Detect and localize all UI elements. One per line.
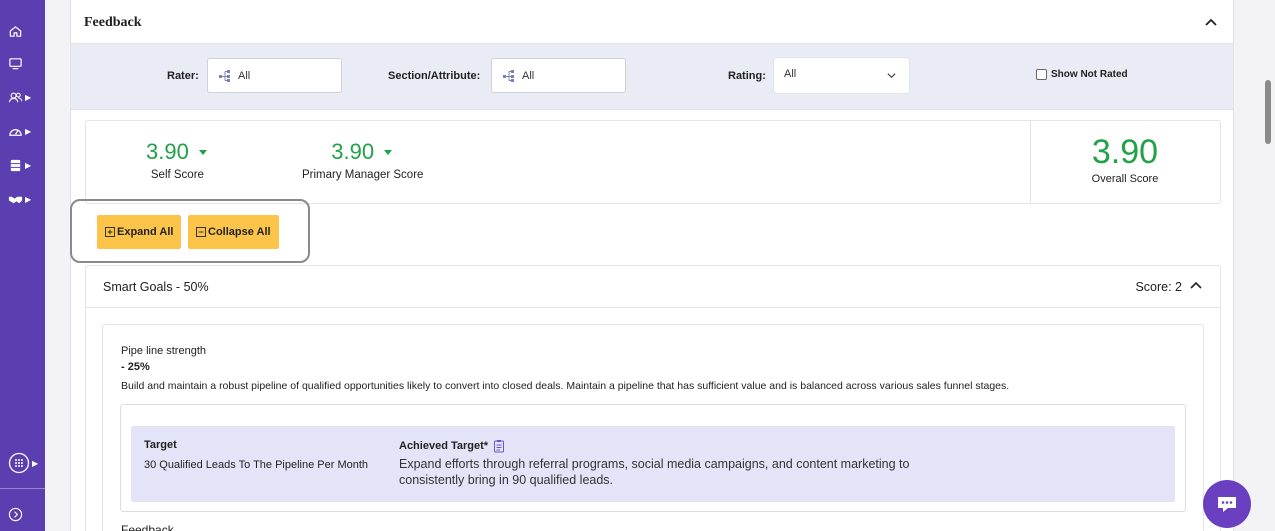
target-box: Target 30 Qualified Leads To The Pipelin… <box>131 426 1175 502</box>
self-score-label: Self Score <box>150 169 204 181</box>
caret-down-icon <box>384 150 393 155</box>
smart-goals-score: Score: 2 <box>1135 280 1182 294</box>
handshake-icon <box>8 196 23 203</box>
primary-manager-score-label: Primary Manager Score <box>302 169 424 181</box>
caret-right-icon: ▶ <box>25 92 32 102</box>
document-icon[interactable] <box>492 439 506 453</box>
self-score[interactable]: 3.90 Self Score <box>146 139 209 181</box>
overall-score-label: Overall Score <box>1091 173 1159 185</box>
sidebar-item-apps[interactable]: ▶ <box>8 452 44 474</box>
smart-goals-title: Smart Goals - 50% <box>103 280 209 294</box>
self-score-value: 3.90 <box>146 139 189 164</box>
panel-title: Feedback <box>84 15 142 30</box>
sidebar-item-database[interactable]: ▶ <box>8 154 38 176</box>
caret-down-icon <box>198 150 207 155</box>
target-wrapper: Target 30 Qualified Leads To The Pipelin… <box>120 404 1186 512</box>
sidebar-item-users[interactable]: ▶ <box>8 86 38 108</box>
users-icon <box>8 92 23 102</box>
collapse-all-button[interactable]: Collapse All <box>188 215 279 249</box>
goal-item-weight: - 25% <box>121 361 150 373</box>
expand-all-button[interactable]: Expand All <box>97 215 182 249</box>
section-attribute-select[interactable]: All <box>491 58 626 93</box>
goal-item-card: Pipe line strength - 25% Build and maint… <box>102 324 1204 531</box>
show-not-rated-label: Show Not Rated <box>1051 69 1128 80</box>
sidebar-item-home[interactable] <box>8 20 38 42</box>
sidebar-item-monitor[interactable] <box>8 52 38 74</box>
chat-button[interactable] <box>1203 480 1251 528</box>
chevron-up-icon[interactable] <box>1189 278 1203 292</box>
rating-select[interactable]: All <box>774 58 909 93</box>
goal-item-name: Pipe line strength <box>121 345 206 357</box>
rater-label: Rater: <box>167 70 199 82</box>
sidebar: ▶ ▶ ▶ ▶ ▶ <box>0 0 45 531</box>
panel-header[interactable]: Feedback <box>71 0 1233 44</box>
minus-square-icon <box>196 227 206 237</box>
expand-all-label: Expand All <box>117 226 174 238</box>
expand-collapse-group: Expand All Collapse All <box>70 199 310 263</box>
achieved-target-label: Achieved Target* <box>399 440 489 452</box>
overall-score-value: 3.90 <box>1091 133 1159 171</box>
tree-icon <box>219 70 230 82</box>
apps-icon <box>8 452 30 474</box>
feedback-subheading: Feedback <box>121 523 174 531</box>
sidebar-item-dashboard[interactable]: ▶ <box>8 120 38 142</box>
show-not-rated-checkbox[interactable] <box>1036 69 1047 80</box>
sidebar-divider <box>0 488 45 489</box>
caret-right-icon: ▶ <box>32 458 39 468</box>
rating-label: Rating: <box>728 70 766 82</box>
achieved-target-value: Expand efforts through referral programs… <box>399 457 910 487</box>
smart-goals-header[interactable]: Smart Goals - 50% Score: 2 <box>86 266 1220 308</box>
smart-goals-section: Smart Goals - 50% Score: 2 Pipe line str… <box>85 265 1221 531</box>
caret-right-icon: ▶ <box>25 126 32 136</box>
collapse-all-label: Collapse All <box>208 226 271 238</box>
target-value: 30 Qualified Leads To The Pipeline Per M… <box>144 459 369 471</box>
database-icon <box>10 159 21 171</box>
monitor-icon <box>9 57 22 69</box>
rater-value: All <box>238 70 251 82</box>
overall-score: 3.90 Overall Score <box>1070 135 1180 185</box>
show-not-rated-toggle[interactable]: Show Not Rated <box>1036 69 1128 80</box>
plus-square-icon <box>105 227 115 237</box>
home-icon <box>9 25 22 37</box>
expand-sidebar-icon <box>8 507 23 521</box>
gauge-icon <box>9 128 22 136</box>
caret-right-icon: ▶ <box>25 160 32 170</box>
target-heading: Target <box>144 439 177 451</box>
goal-item-description: Build and maintain a robust pipeline of … <box>121 380 1010 392</box>
scrollbar-thumb[interactable] <box>1265 80 1271 144</box>
rating-value: All <box>784 68 797 80</box>
score-card: 3.90 Self Score 3.90 Primary Manager Sco… <box>85 120 1221 204</box>
filter-bar: Rater: All Section/Attribute: All Rating… <box>71 44 1233 110</box>
primary-manager-score-value: 3.90 <box>331 139 375 164</box>
primary-manager-score[interactable]: 3.90 Primary Manager Score <box>302 139 423 181</box>
chat-icon <box>1218 497 1236 512</box>
sidebar-item-deals[interactable]: ▶ <box>8 188 38 210</box>
section-attribute-label: Section/Attribute: <box>388 70 481 82</box>
achieved-target-heading: Achieved Target* <box>399 439 506 453</box>
score-divider <box>1030 121 1031 203</box>
rater-select[interactable]: All <box>207 58 342 93</box>
caret-right-icon: ▶ <box>25 194 32 204</box>
feedback-panel: Feedback Rater: All Section/Attribute: A… <box>70 0 1234 531</box>
tree-icon <box>503 70 514 82</box>
section-attribute-value: All <box>522 70 535 82</box>
chevron-up-icon[interactable] <box>1203 14 1219 30</box>
chevron-down-icon <box>887 73 896 79</box>
sidebar-expand-button[interactable] <box>8 503 38 525</box>
